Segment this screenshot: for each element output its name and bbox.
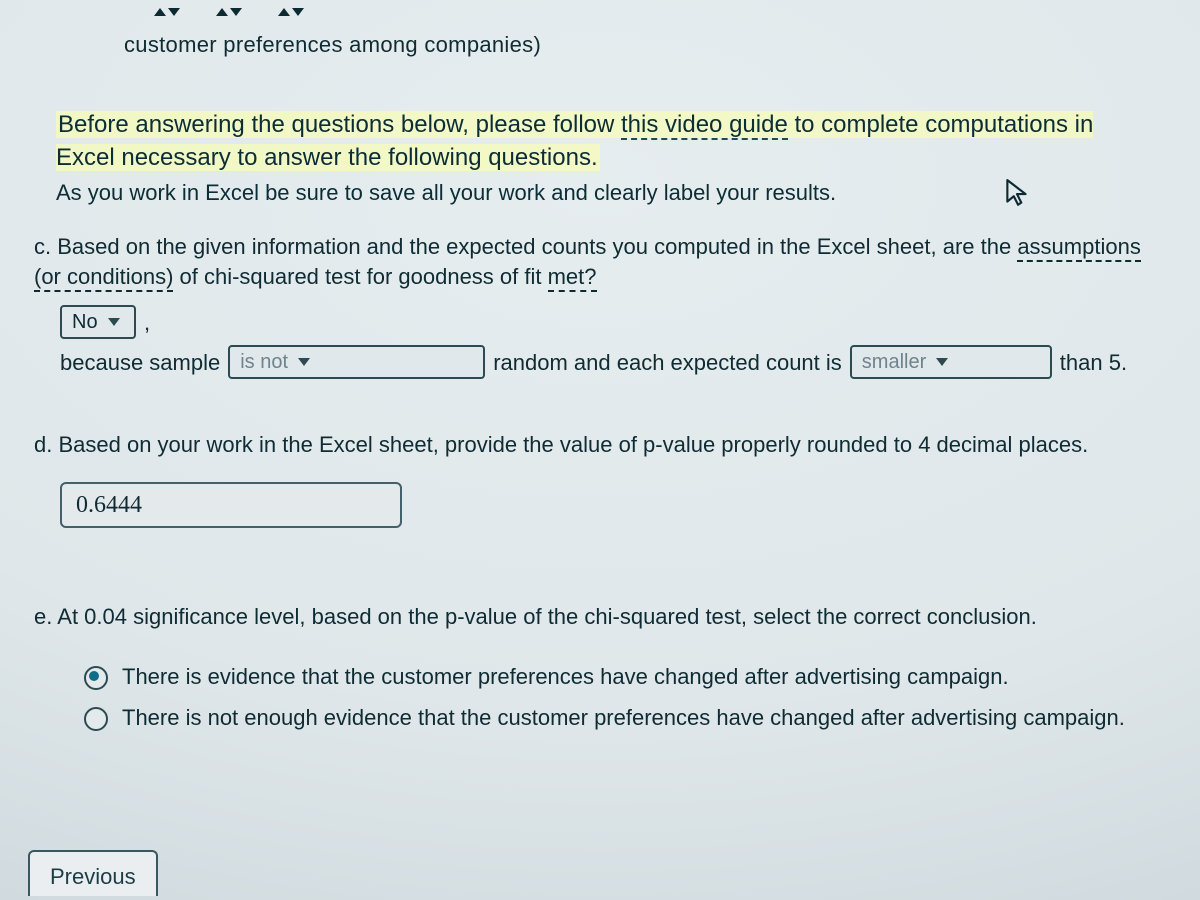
previous-button[interactable]: Previous <box>28 850 158 896</box>
select-value: No <box>72 309 98 336</box>
option-text: There is not enough evidence that the cu… <box>122 703 1125 733</box>
comma-text: , <box>144 308 150 338</box>
select-count-compare[interactable]: smaller <box>850 345 1052 379</box>
caret-up-icon <box>216 8 228 16</box>
question-e: e. At 0.04 significance level, based on … <box>34 602 1158 745</box>
question-e-label: e. <box>34 604 52 629</box>
conclusion-option-1[interactable]: There is evidence that the customer pref… <box>84 662 1134 692</box>
radio-icon <box>84 666 108 690</box>
met-link[interactable]: met? <box>548 264 597 292</box>
instruction-text: Before answering the questions below, pl… <box>58 111 621 138</box>
because-text: because sample <box>60 348 220 378</box>
context-text-fragment: customer preferences among companies) <box>124 30 541 60</box>
option-text: There is evidence that the customer pref… <box>122 662 1009 692</box>
end-text: than 5. <box>1060 348 1127 378</box>
radio-icon <box>84 707 108 731</box>
question-c-text: Based on the given information and the e… <box>57 234 1017 259</box>
caret-up-icon <box>154 8 166 16</box>
chevron-down-icon <box>298 358 310 366</box>
mouse-cursor-icon <box>1004 178 1030 208</box>
caret-up-icon <box>278 8 290 16</box>
p-value-input[interactable]: 0.6444 <box>60 482 402 528</box>
video-guide-link[interactable]: this video guide <box>621 111 788 140</box>
question-d-label: d. <box>34 432 52 457</box>
highlighted-instructions: Before answering the questions below, pl… <box>56 111 1093 171</box>
question-d: d. Based on your work in the Excel sheet… <box>34 430 1158 528</box>
instructions-block: Before answering the questions below, pl… <box>56 108 1158 208</box>
select-sample-random[interactable]: is not <box>228 345 485 379</box>
question-d-text: Based on your work in the Excel sheet, p… <box>58 432 1088 457</box>
select-yes-no[interactable]: No <box>60 305 136 339</box>
scroll-indicator-row <box>154 8 1020 20</box>
question-c: c. Based on the given information and th… <box>34 232 1158 379</box>
question-c-label: c. <box>34 234 51 259</box>
conclusion-option-2[interactable]: There is not enough evidence that the cu… <box>84 703 1134 733</box>
caret-down-icon <box>292 8 304 16</box>
caret-down-icon <box>168 8 180 16</box>
select-placeholder: is not <box>240 349 288 376</box>
select-placeholder: smaller <box>862 349 926 376</box>
instruction-subline: As you work in Excel be sure to save all… <box>56 178 1158 208</box>
mid-text: random and each expected count is <box>493 348 842 378</box>
caret-down-icon <box>230 8 242 16</box>
question-c-text: of chi-squared test for goodness of fit <box>173 264 547 289</box>
chevron-down-icon <box>108 318 120 326</box>
chevron-down-icon <box>936 358 948 366</box>
question-e-text: At 0.04 significance level, based on the… <box>57 604 1037 629</box>
